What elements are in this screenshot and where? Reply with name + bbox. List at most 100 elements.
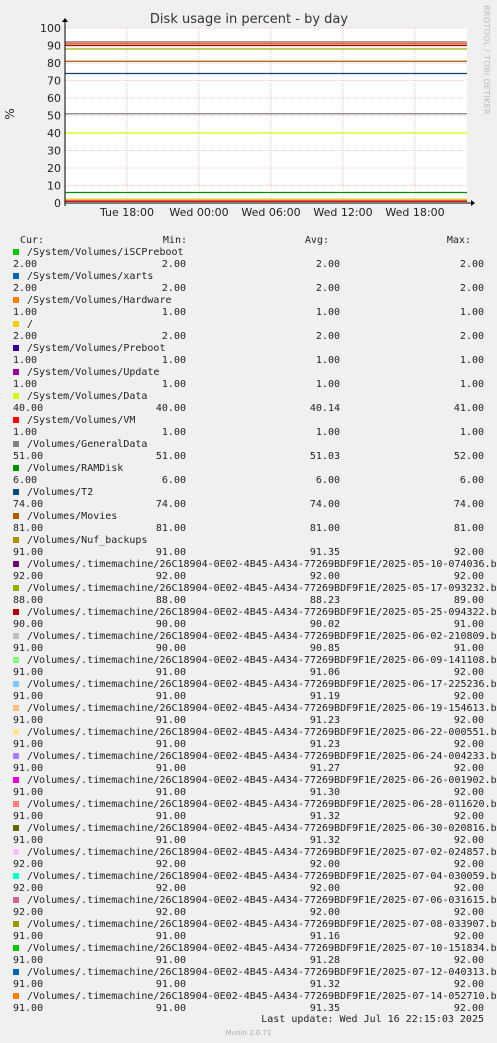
value-min: 91.00 xyxy=(155,979,186,990)
legend-swatch xyxy=(13,561,19,567)
value-max: 92.00 xyxy=(453,811,484,822)
legend-label: /Volumes/.timemachine/26C18904-0E02-4B45… xyxy=(27,559,497,570)
value-cur: 2.00 xyxy=(13,331,38,342)
value-cur: 92.00 xyxy=(13,883,44,894)
value-max: 89.00 xyxy=(453,595,484,606)
legend-swatch xyxy=(13,537,19,543)
value-max: 92.00 xyxy=(453,835,484,846)
legend-values: 92.00 92.00 92.00 92.00 xyxy=(13,907,497,919)
value-max: 1.00 xyxy=(459,307,484,318)
legend-label: /Volumes/.timemachine/26C18904-0E02-4B45… xyxy=(27,727,497,738)
legend-values: 2.00 2.00 2.00 2.00 xyxy=(13,283,497,295)
value-cur: 91.00 xyxy=(13,787,44,798)
legend-label: / xyxy=(27,319,34,330)
value-max: 92.00 xyxy=(453,667,484,678)
legend-label: /Volumes/.timemachine/26C18904-0E02-4B45… xyxy=(27,847,497,858)
legend-swatch xyxy=(13,873,19,879)
legend-swatch xyxy=(13,609,19,615)
legend-swatch xyxy=(13,393,19,399)
disk-usage-chart: Disk usage in percent - by day % RRDTOOL… xyxy=(3,5,491,219)
legend-label: /Volumes/.timemachine/26C18904-0E02-4B45… xyxy=(27,919,497,930)
value-min: 74.00 xyxy=(155,499,186,510)
value-avg: 91.19 xyxy=(309,691,340,702)
legend-item: /System/Volumes/Update xyxy=(13,367,497,379)
legend-swatch xyxy=(13,969,19,975)
legend-label: /System/Volumes/VM xyxy=(27,415,136,426)
legend-swatch xyxy=(13,681,19,687)
header-min: Min: xyxy=(162,235,187,246)
value-avg: 91.35 xyxy=(309,547,340,558)
value-avg: 90.02 xyxy=(309,619,340,630)
value-max: 92.00 xyxy=(453,691,484,702)
value-cur: 91.00 xyxy=(13,715,44,726)
legend-values: 1.00 1.00 1.00 1.00 xyxy=(13,355,497,367)
legend-values: 91.00 91.00 91.19 92.00 xyxy=(13,691,497,703)
value-avg: 2.00 xyxy=(315,259,340,270)
legend-swatch xyxy=(13,273,19,279)
value-cur: 91.00 xyxy=(13,763,44,774)
legend-swatch xyxy=(13,753,19,759)
value-min: 2.00 xyxy=(161,259,186,270)
legend-item: /Volumes/.timemachine/26C18904-0E02-4B45… xyxy=(13,799,497,811)
munin-version: Munin 2.0.71 xyxy=(225,1029,272,1037)
legend-values: 2.00 2.00 2.00 2.00 xyxy=(13,331,497,343)
legend-item: /Volumes/.timemachine/26C18904-0E02-4B45… xyxy=(13,823,497,835)
value-avg: 40.14 xyxy=(309,403,340,414)
legend-item: /System/Volumes/Data xyxy=(13,391,497,403)
legend-swatch xyxy=(13,633,19,639)
value-max: 92.00 xyxy=(453,859,484,870)
x-tick-label: Wed 12:00 xyxy=(313,206,372,219)
x-tick-label: Wed 06:00 xyxy=(241,206,300,219)
legend-label: /Volumes/.timemachine/26C18904-0E02-4B45… xyxy=(27,991,497,1002)
legend-label: /System/Volumes/Preboot xyxy=(27,343,166,354)
value-cur: 2.00 xyxy=(13,283,38,294)
value-min: 1.00 xyxy=(161,427,186,438)
value-avg: 88.23 xyxy=(309,595,340,606)
legend-item: /Volumes/.timemachine/26C18904-0E02-4B45… xyxy=(13,655,497,667)
legend-label: /Volumes/T2 xyxy=(27,487,94,498)
value-cur: 91.00 xyxy=(13,547,44,558)
value-avg: 92.00 xyxy=(309,571,340,582)
value-avg: 2.00 xyxy=(315,283,340,294)
value-min: 1.00 xyxy=(161,307,186,318)
legend-item: /Volumes/.timemachine/26C18904-0E02-4B45… xyxy=(13,751,497,763)
y-tick-label: 70 xyxy=(47,75,61,88)
legend-values: 92.00 92.00 92.00 92.00 xyxy=(13,571,497,583)
y-tick-label: 100 xyxy=(40,22,61,35)
value-min: 92.00 xyxy=(155,571,186,582)
value-min: 91.00 xyxy=(155,787,186,798)
legend-item: /Volumes/.timemachine/26C18904-0E02-4B45… xyxy=(13,967,497,979)
value-max: 2.00 xyxy=(459,283,484,294)
value-min: 1.00 xyxy=(161,355,186,366)
legend-values: 91.00 91.00 91.32 92.00 xyxy=(13,811,497,823)
x-tick-label: Tue 18:00 xyxy=(99,206,154,219)
value-min: 91.00 xyxy=(155,1003,186,1014)
legend-item: /Volumes/.timemachine/26C18904-0E02-4B45… xyxy=(13,919,497,931)
value-avg: 92.00 xyxy=(309,883,340,894)
legend-values: 88.00 88.00 88.23 89.00 xyxy=(13,595,497,607)
legend-item: /Volumes/.timemachine/26C18904-0E02-4B45… xyxy=(13,703,497,715)
value-max: 91.00 xyxy=(453,643,484,654)
x-tick-label: Wed 00:00 xyxy=(169,206,228,219)
y-tick-label: 40 xyxy=(47,127,61,140)
value-min: 91.00 xyxy=(155,715,186,726)
value-cur: 92.00 xyxy=(13,859,44,870)
value-cur: 1.00 xyxy=(13,355,38,366)
legend-values: 91.00 91.00 91.32 92.00 xyxy=(13,979,497,991)
legend-swatch xyxy=(13,921,19,927)
value-avg: 2.00 xyxy=(315,331,340,342)
value-max: 92.00 xyxy=(453,883,484,894)
value-max: 1.00 xyxy=(459,379,484,390)
legend-item: /Volumes/.timemachine/26C18904-0E02-4B45… xyxy=(13,991,497,1003)
y-tick-label: 20 xyxy=(47,162,61,175)
legend-item: /Volumes/.timemachine/26C18904-0E02-4B45… xyxy=(13,679,497,691)
x-axis-arrow xyxy=(471,200,475,206)
value-avg: 91.30 xyxy=(309,787,340,798)
legend-values: 1.00 1.00 1.00 1.00 xyxy=(13,427,497,439)
legend-swatch xyxy=(13,777,19,783)
value-cur: 92.00 xyxy=(13,907,44,918)
value-max: 92.00 xyxy=(453,787,484,798)
legend-label: /Volumes/.timemachine/26C18904-0E02-4B45… xyxy=(27,607,497,618)
legend-label: /Volumes/.timemachine/26C18904-0E02-4B45… xyxy=(27,679,497,690)
legend-label: /Volumes/Movies xyxy=(27,511,118,522)
